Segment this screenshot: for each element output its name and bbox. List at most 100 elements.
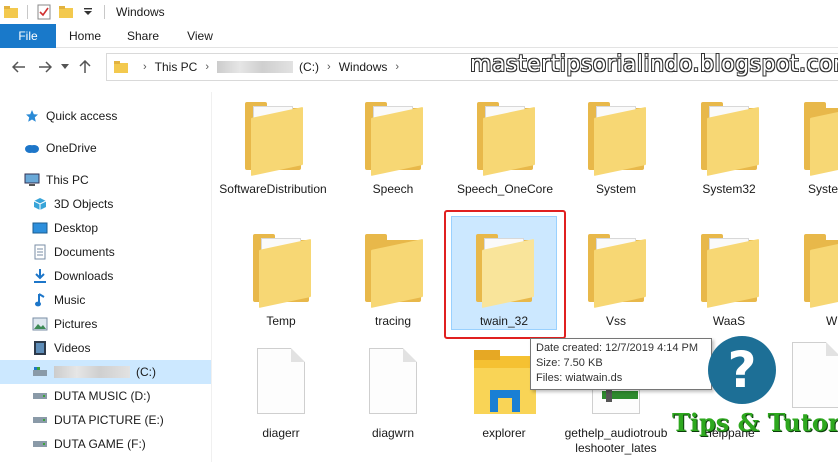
chevron-right-icon: › (395, 61, 400, 73)
drive-icon (32, 388, 48, 404)
sidebar-item-documents[interactable]: Documents (32, 240, 115, 264)
tooltip-size: Size: 7.50 KB (536, 357, 603, 369)
sidebar-item-drive-f[interactable]: DUTA GAME (F:) (32, 432, 146, 456)
folder-name: Speech (372, 182, 414, 196)
file-item[interactable] (790, 336, 838, 416)
sidebar-item-3d-objects[interactable]: 3D Objects (32, 192, 113, 216)
file-tooltip: Date created: 12/7/2019 4:14 PM Size: 7.… (530, 338, 712, 390)
drive-icon (32, 412, 48, 428)
folder-item[interactable]: Speech_OneCore (450, 98, 560, 197)
sidebar-item-downloads[interactable]: Downloads (32, 264, 113, 288)
cube-icon (32, 196, 48, 212)
music-icon (32, 292, 48, 308)
folder-icon (239, 230, 323, 310)
folder-name: WaaS (712, 314, 746, 328)
properties-icon[interactable] (33, 0, 55, 24)
folder-icon (790, 98, 838, 178)
folder-item[interactable]: System32 (674, 98, 784, 197)
file-icon (239, 342, 323, 422)
tab-view[interactable]: View (172, 24, 228, 48)
sidebar-item-label: OneDrive (46, 141, 97, 155)
sidebar-item-drive-e[interactable]: DUTA PICTURE (E:) (32, 408, 164, 432)
separator (27, 5, 28, 19)
sidebar-item-label: 3D Objects (54, 197, 114, 211)
drive-icon (32, 436, 48, 452)
folder-item[interactable]: Vss (561, 230, 671, 329)
navigation-pane: Quick access OneDrive This PC 3D Objects… (0, 92, 212, 462)
tab-share[interactable]: Share (114, 24, 172, 48)
folder-icon (574, 98, 658, 178)
file-icon (351, 342, 435, 422)
desktop-icon (32, 220, 48, 236)
breadcrumb-this-pc[interactable]: This PC (155, 60, 198, 74)
sidebar-item-drive-d[interactable]: DUTA MUSIC (D:) (32, 384, 150, 408)
folder-icon (351, 98, 435, 178)
computer-icon (24, 172, 40, 188)
folder-name: tracing (374, 314, 412, 328)
sidebar-item-quick-access[interactable]: Quick access (24, 104, 117, 128)
up-arrow-icon[interactable] (72, 54, 98, 80)
folder-item[interactable]: W (786, 230, 838, 329)
folder-item[interactable]: tracing (338, 230, 448, 329)
sidebar-item-videos[interactable]: Videos (32, 336, 90, 360)
sidebar-item-label: DUTA GAME (F:) (54, 437, 146, 451)
file-name: diagwrn (371, 426, 415, 440)
folder-icon (0, 0, 22, 24)
folder-name: Speech_OneCore (456, 182, 554, 196)
sidebar-item-onedrive[interactable]: OneDrive (24, 136, 97, 160)
file-item[interactable]: diagwrn (338, 342, 448, 441)
back-arrow-icon[interactable] (6, 54, 32, 80)
file-item[interactable]: diagerr (226, 342, 336, 441)
title-bar: Windows (0, 0, 838, 24)
folder-icon (687, 230, 771, 310)
customize-dropdown-icon[interactable] (77, 0, 99, 24)
breadcrumb-windows[interactable]: Windows (339, 60, 388, 74)
breadcrumb-drive-c[interactable]: (C:) (299, 60, 319, 74)
separator (104, 5, 105, 19)
folder-name: SoftwareDistribution (219, 182, 327, 196)
videos-icon (32, 340, 48, 356)
redacted-drive-name (217, 61, 294, 73)
sidebar-item-music[interactable]: Music (32, 288, 85, 312)
tab-file[interactable]: File (0, 24, 56, 48)
sidebar-item-this-pc[interactable]: This PC (24, 168, 89, 192)
sidebar-item-label: (C:) (136, 365, 156, 379)
download-icon (32, 268, 48, 284)
folder-item[interactable]: Syste (786, 98, 838, 197)
folder-name: System32 (702, 182, 756, 196)
documents-icon (32, 244, 48, 260)
tooltip-files: Files: wiatwain.ds (536, 372, 623, 384)
highlight-frame (444, 210, 566, 339)
sidebar-item-label: This PC (46, 173, 89, 187)
folder-name: W (826, 314, 838, 328)
sidebar-item-label: Videos (54, 341, 91, 355)
redacted-drive-name (54, 366, 130, 378)
ribbon-tabs: File Home Share View (0, 24, 838, 48)
question-mark-logo-icon: ? (708, 336, 776, 404)
folder-item[interactable]: SoftwareDistribution (218, 98, 328, 197)
sidebar-item-desktop[interactable]: Desktop (32, 216, 98, 240)
logo-text: Tips & Tutorial (672, 408, 838, 437)
folder-item[interactable]: Temp (226, 230, 336, 329)
sidebar-item-label: Music (54, 293, 86, 307)
sidebar-item-pictures[interactable]: Pictures (32, 312, 97, 336)
tab-home[interactable]: Home (56, 24, 114, 48)
sidebar-item-label: Desktop (54, 221, 99, 235)
sidebar-item-drive-c[interactable]: (C:) (0, 360, 211, 384)
new-folder-icon[interactable] (55, 0, 77, 24)
folder-item[interactable]: Speech (338, 98, 448, 197)
chevron-right-icon: › (327, 61, 331, 73)
folder-item[interactable]: System (561, 98, 671, 197)
sidebar-item-label: Documents (54, 245, 115, 259)
sidebar-item-label: DUTA PICTURE (E:) (54, 413, 164, 427)
chevron-right-icon: › (205, 61, 210, 73)
chevron-right-icon: › (143, 61, 147, 73)
tooltip-date-created: Date created: 12/7/2019 4:14 PM (536, 342, 699, 354)
folder-name: Vss (605, 314, 626, 328)
folder-icon (574, 230, 658, 310)
forward-arrow-icon[interactable] (32, 54, 58, 80)
recent-locations-icon[interactable] (58, 54, 72, 80)
drive-icon (32, 364, 48, 380)
folder-icon (351, 230, 435, 310)
folder-item[interactable]: WaaS (674, 230, 784, 329)
